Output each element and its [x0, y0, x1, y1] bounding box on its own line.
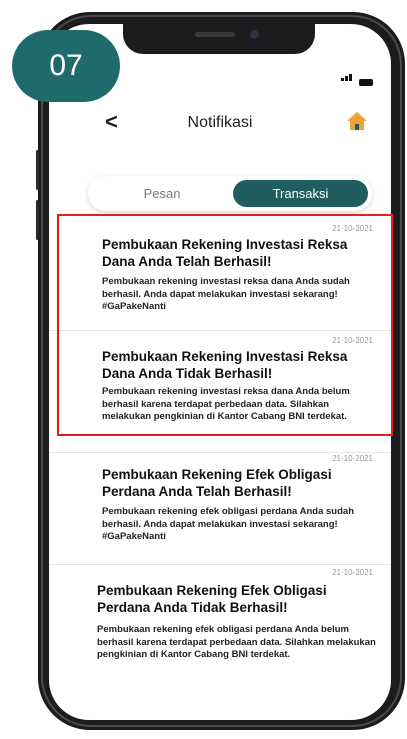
- app-header: < Notifikasi: [49, 104, 391, 148]
- side-button: [36, 200, 39, 240]
- camera: [250, 30, 259, 39]
- notification-item[interactable]: 21-10-2021 Pembukaan Rekening Efek Oblig…: [49, 452, 391, 565]
- notification-date: 21-10-2021: [332, 568, 373, 577]
- battery-icon: [359, 79, 373, 86]
- step-badge: 07: [12, 30, 120, 102]
- notification-title: Pembukaan Rekening Efek Obligasi Perdana…: [102, 467, 332, 499]
- side-button: [36, 150, 39, 190]
- status-bar: [341, 68, 373, 86]
- notification-body: Pembukaan rekening efek obligasi perdana…: [97, 624, 376, 660]
- tab-switcher: Pesan Transaksi: [88, 176, 372, 211]
- notification-title: Pembukaan Rekening Efek Obligasi Perdana…: [97, 583, 327, 615]
- highlight-box: [57, 214, 393, 436]
- tab-pesan[interactable]: Pesan: [102, 176, 222, 211]
- notification-body: Pembukaan rekening efek obligasi perdana…: [102, 506, 354, 542]
- notification-date: 21-10-2021: [332, 454, 373, 463]
- home-icon[interactable]: [346, 110, 368, 132]
- speaker: [195, 32, 235, 37]
- notch: [123, 24, 315, 54]
- notification-item[interactable]: 21-10-2021 Pembukaan Rekening Efek Oblig…: [49, 564, 391, 694]
- tab-transaksi[interactable]: Transaksi: [233, 180, 368, 207]
- page-title: Notifikasi: [187, 114, 253, 131]
- signal-icon: [341, 68, 353, 86]
